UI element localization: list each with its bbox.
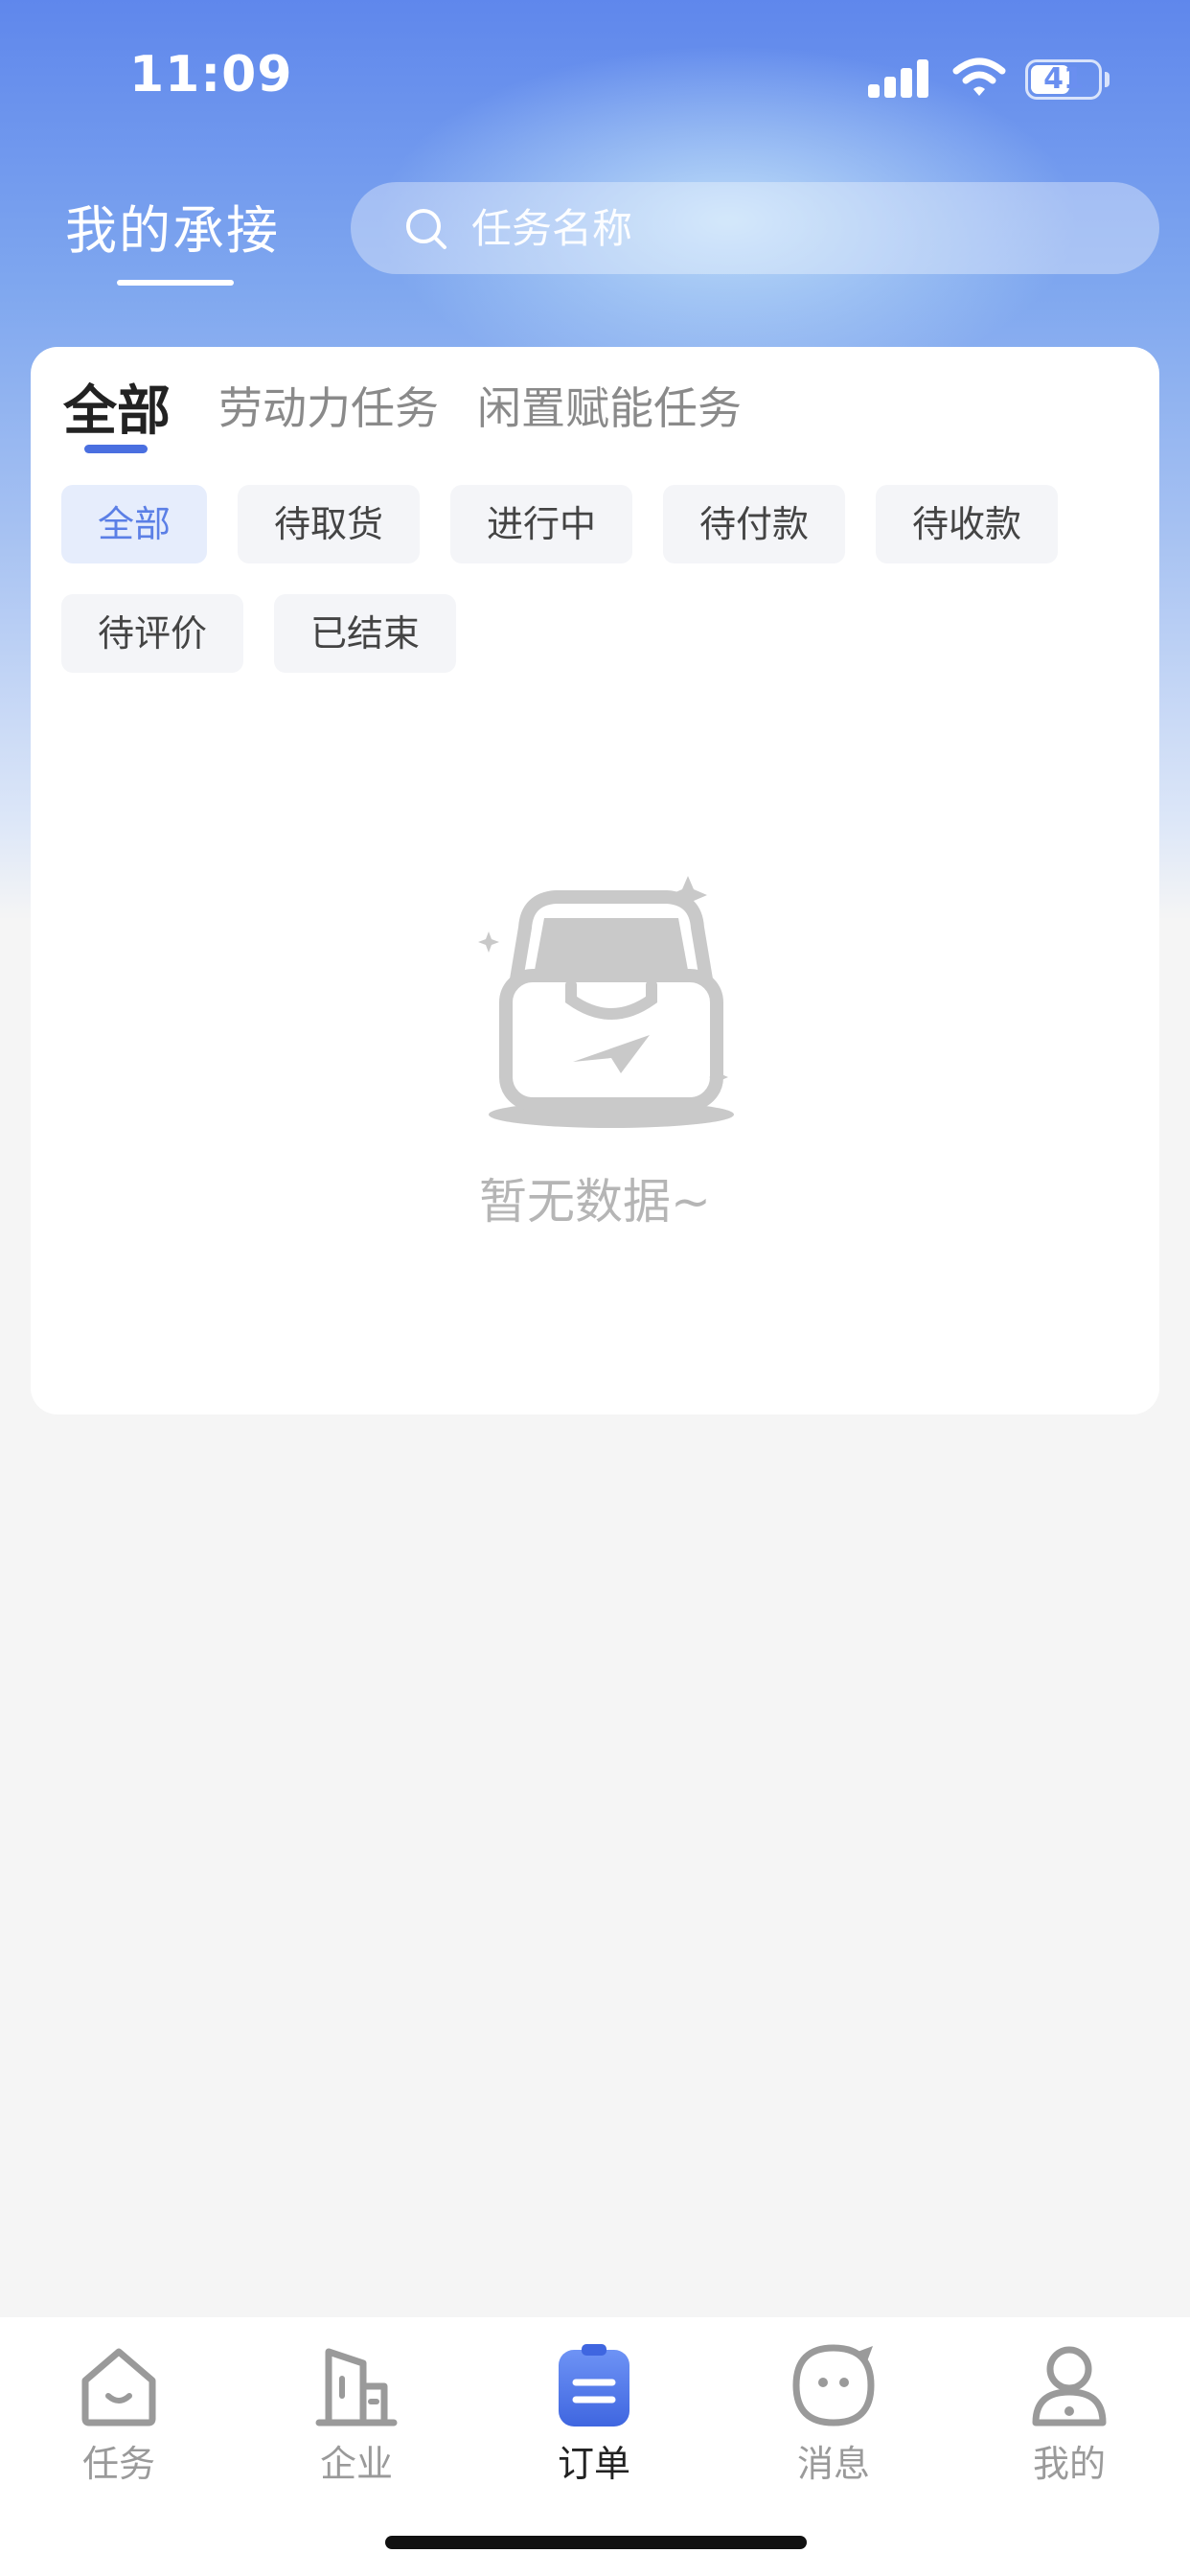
home-smile-icon (81, 2348, 156, 2426)
search-bar[interactable] (351, 182, 1159, 274)
tab-bar-label: 订单 (557, 2443, 630, 2485)
tab-bar-item-company[interactable]: 企业 (280, 2342, 433, 2486)
tab-bar-item-orders[interactable]: 订单 (517, 2342, 671, 2486)
filter-chip-pending-pickup[interactable]: 待取货 (238, 485, 420, 564)
battery-level: 41 (1043, 62, 1084, 96)
tab-labor-tasks[interactable]: 劳动力任务 (218, 374, 439, 437)
home-indicator (385, 2536, 807, 2549)
empty-inbox-icon (478, 876, 734, 1128)
filter-chip-ended[interactable]: 已结束 (274, 594, 456, 673)
title-underline (117, 280, 234, 286)
empty-state-text: 暂无数据~ (479, 1174, 711, 1230)
orders-card: 全部 劳动力任务 闲置赋能任务 全部 待取货 进行中 待付款 待收款 待评价 已… (31, 347, 1159, 1414)
search-input[interactable] (471, 199, 1123, 257)
filter-chip-all[interactable]: 全部 (61, 485, 207, 564)
battery-icon: 41 (1025, 59, 1102, 100)
tab-bar-label: 任务 (81, 2443, 155, 2485)
tab-bar-item-mine[interactable]: 我的 (993, 2342, 1146, 2486)
chat-bubble-icon (792, 2344, 875, 2426)
person-icon (1032, 2346, 1107, 2426)
tab-bar-label: 消息 (796, 2443, 870, 2485)
active-tab-indicator (84, 445, 148, 453)
page-title: 我的承接 (65, 200, 280, 261)
filter-chip-pending-receipt[interactable]: 待收款 (876, 485, 1058, 564)
search-icon (406, 209, 446, 249)
tab-idle-empower-tasks[interactable]: 闲置赋能任务 (477, 374, 742, 437)
tab-bar-label: 企业 (319, 2443, 393, 2485)
wifi-icon (952, 58, 1006, 96)
status-bar: 11:09 41 (0, 0, 1190, 144)
tab-all[interactable]: 全部 (63, 368, 171, 446)
cellular-signal-icon (868, 59, 929, 98)
tab-bar-label: 我的 (1032, 2443, 1106, 2485)
tab-bar-item-tasks[interactable]: 任务 (42, 2342, 195, 2486)
tab-bar-item-messages[interactable]: 消息 (757, 2342, 910, 2486)
building-icon (315, 2348, 398, 2426)
page: 11:09 41 我的承接 全部 劳动力任务 闲置赋能任务 (0, 0, 1190, 2576)
filter-chip-pending-payment[interactable]: 待付款 (663, 485, 845, 564)
filter-chip-pending-review[interactable]: 待评价 (61, 594, 243, 673)
clipboard-icon (559, 2344, 629, 2426)
filter-chip-in-progress[interactable]: 进行中 (450, 485, 632, 564)
status-time: 11:09 (129, 46, 293, 104)
